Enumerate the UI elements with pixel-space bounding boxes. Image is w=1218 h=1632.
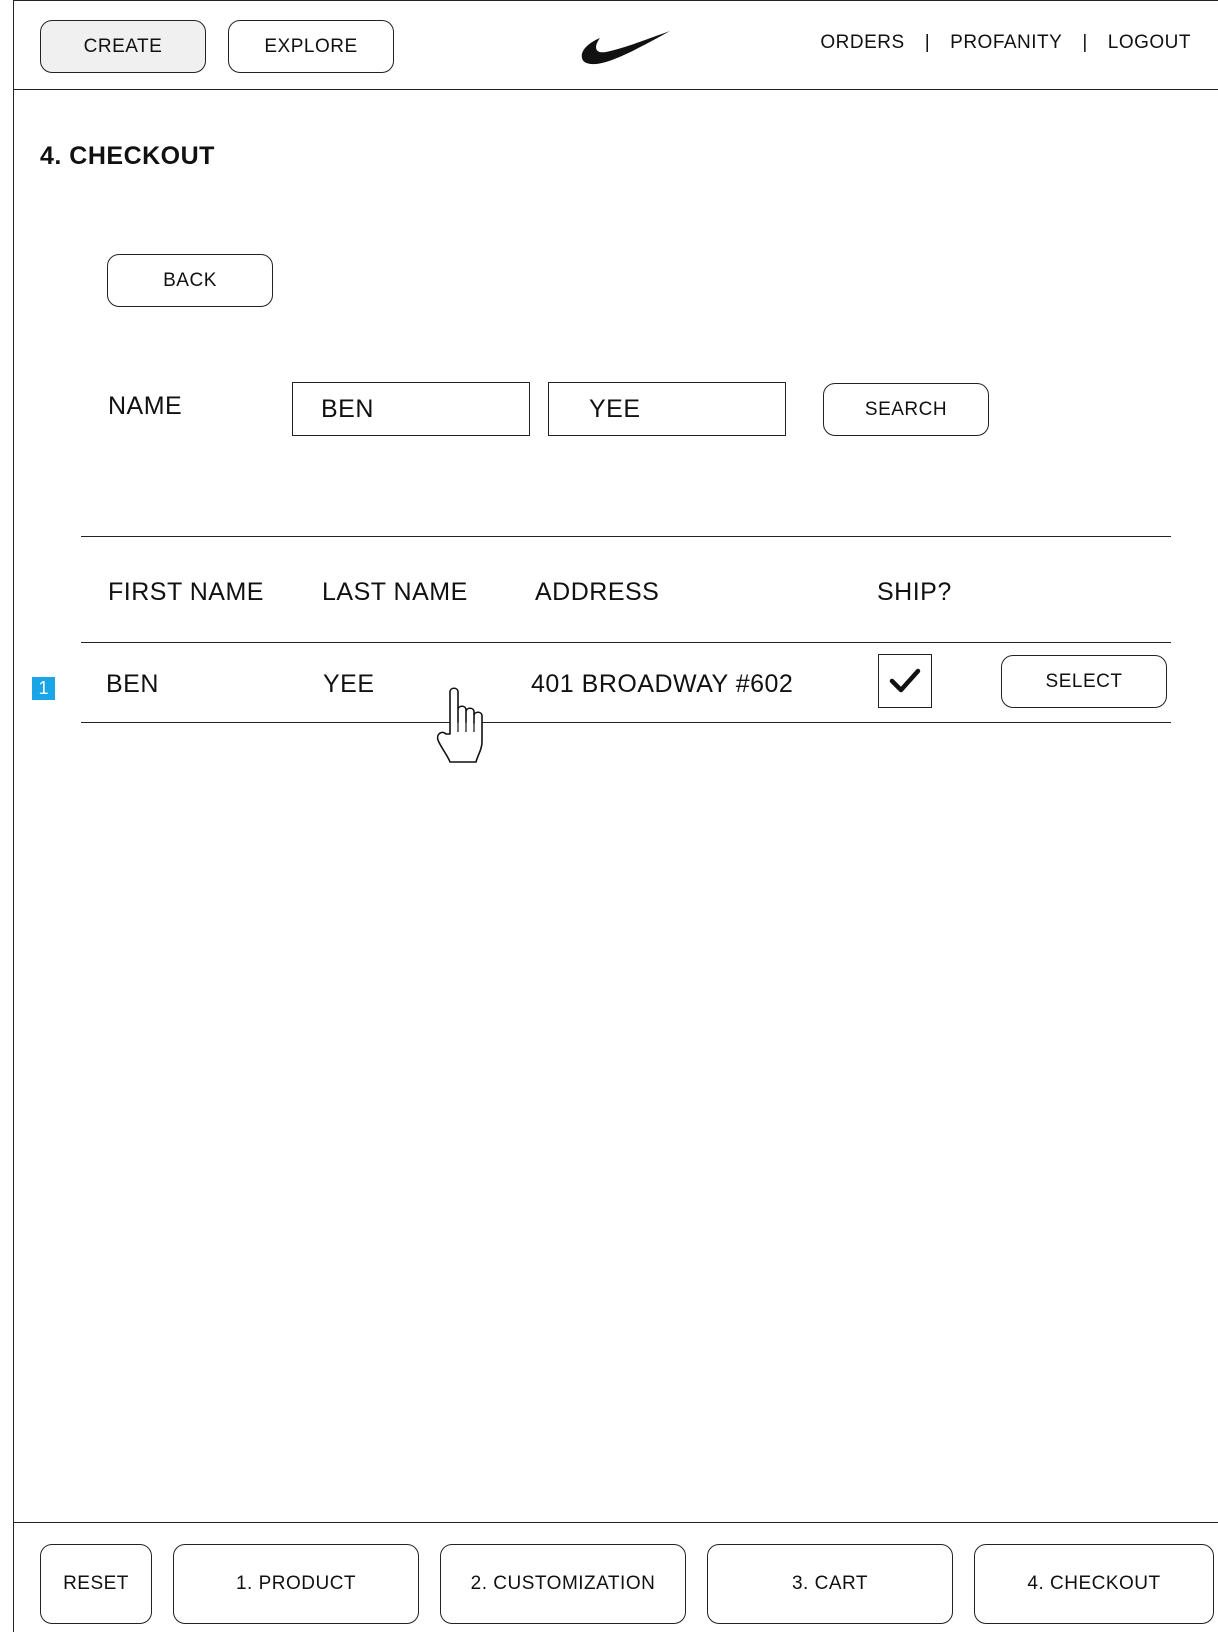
select-button[interactable]: SELECT [1001, 655, 1167, 708]
cell-first-name: BEN [106, 670, 159, 698]
reset-button[interactable]: RESET [40, 1544, 152, 1624]
orders-link[interactable]: ORDERS [820, 32, 904, 54]
page-title: 4. CHECKOUT [40, 142, 215, 170]
logout-link[interactable]: LOGOUT [1108, 32, 1191, 54]
last-name-input[interactable]: YEE [548, 382, 786, 436]
explore-button[interactable]: EXPLORE [228, 20, 394, 73]
column-header-ship: SHIP? [877, 578, 952, 606]
table-header-divider [81, 642, 1171, 643]
ship-checkbox[interactable] [878, 654, 932, 708]
link-separator: | [924, 32, 931, 53]
column-header-first-name: FIRST NAME [108, 578, 264, 606]
checkmark-icon [889, 668, 921, 693]
cell-last-name: YEE [323, 670, 375, 698]
swoosh-logo-icon[interactable] [580, 28, 672, 66]
create-button[interactable]: CREATE [40, 20, 206, 73]
table-bottom-divider [81, 722, 1171, 723]
step-customization-button[interactable]: 2. CUSTOMIZATION [440, 1544, 686, 1624]
step-product-button[interactable]: 1. PRODUCT [173, 1544, 419, 1624]
account-links: ORDERS | PROFANITY | LOGOUT [820, 32, 1191, 54]
step-cart-button[interactable]: 3. CART [707, 1544, 953, 1624]
step-checkout-button[interactable]: 4. CHECKOUT [974, 1544, 1214, 1624]
column-header-last-name: LAST NAME [322, 578, 468, 606]
back-button[interactable]: BACK [107, 254, 273, 307]
profanity-link[interactable]: PROFANITY [950, 32, 1062, 54]
name-label: NAME [108, 392, 183, 420]
search-button[interactable]: SEARCH [823, 383, 989, 436]
hand-pointer-icon [436, 687, 483, 763]
row-number-badge: 1 [32, 677, 55, 700]
column-header-address: ADDRESS [535, 578, 660, 606]
first-name-input[interactable]: BEN [292, 382, 530, 436]
link-separator: | [1082, 32, 1088, 53]
cell-address: 401 BROADWAY #602 [531, 670, 794, 698]
page-frame [13, 0, 1218, 1632]
table-top-divider [81, 536, 1171, 537]
